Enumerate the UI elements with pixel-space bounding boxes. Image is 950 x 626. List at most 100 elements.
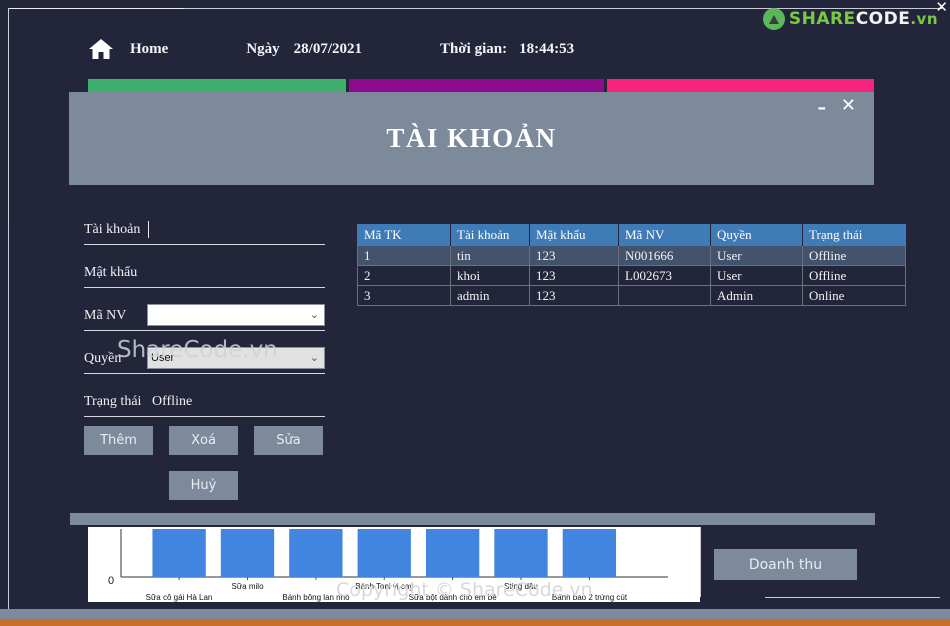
page-title: TÀI KHOẢN <box>386 123 557 153</box>
minimize-icon[interactable]: – <box>818 100 827 117</box>
table-cell <box>618 285 711 306</box>
role-value: User <box>151 352 175 364</box>
table-cell: 123 <box>529 265 619 286</box>
status-underline <box>84 416 325 417</box>
accent-bar-purple <box>349 79 604 93</box>
table-cell: tin <box>450 246 530 266</box>
table-cell: Offline <box>802 246 906 266</box>
frame-top-rule <box>9 8 184 9</box>
table-header-cell: Mã NV <box>618 224 711 246</box>
table-cell: N001666 <box>618 246 711 266</box>
role-underline <box>84 373 325 374</box>
footer-strip-orange <box>0 619 950 626</box>
revenue-button[interactable]: Doanh thu <box>714 549 857 580</box>
table-cell: 2 <box>357 265 451 286</box>
account-form: Tài khoản Mật khẩu Mã NV ⌄ Quyền User ⌄ … <box>84 220 325 435</box>
time-value: 18:44:53 <box>519 40 575 57</box>
field-row-password: Mật khẩu <box>84 263 325 288</box>
sharecode-logo-icon <box>762 8 785 30</box>
password-underline <box>84 287 325 288</box>
role-label: Quyền <box>84 351 122 366</box>
table-header-cell: Mật khẩu <box>529 224 619 246</box>
username-underline <box>84 244 325 245</box>
chart-bar <box>289 529 343 577</box>
chart-bar <box>562 529 617 577</box>
accounts-table[interactable]: Mã TK Tài khoản Mật khẩu Mã NV Quyền Trạng th… <box>357 224 906 306</box>
time-label: Thời gian: <box>440 40 508 57</box>
accent-bar-green <box>88 79 346 93</box>
table-cell: 123 <box>529 246 619 266</box>
chart-bar <box>220 529 275 577</box>
chart-category-label: Sữa cô gái Hà Lan <box>145 593 213 602</box>
table-cell: Online <box>802 285 906 306</box>
footer-strip-grey <box>0 609 950 619</box>
add-button[interactable]: Thêm <box>84 426 153 455</box>
logo-code-text: CODE <box>855 9 911 29</box>
date-value: 28/07/2021 <box>293 40 363 57</box>
revenue-underline <box>765 597 940 598</box>
table-header-cell: Trạng thái <box>802 224 906 246</box>
table-cell: L002673 <box>618 265 711 286</box>
text-cursor <box>148 221 149 238</box>
table-cell: 1 <box>357 246 451 266</box>
field-row-role: Quyền User ⌄ <box>84 347 325 374</box>
revenue-chart-panel: 0 Sữa cô gái Hà Lan Sữa milo Bánh bông lan… <box>88 527 700 602</box>
dialog-close-icon[interactable]: ✕ <box>841 97 856 115</box>
accent-bar-pink <box>607 79 874 93</box>
field-row-employee-code: Mã NV ⌄ <box>84 304 325 331</box>
field-row-status: Trạng thái Offline <box>84 392 325 417</box>
table-row[interactable]: 2 khoi 123 L002673 User Offline <box>357 265 906 286</box>
table-row[interactable]: 3 admin 123 Admin Online <box>357 285 906 306</box>
status-label: Trạng thái <box>84 394 142 409</box>
table-cell: khoi <box>450 265 530 286</box>
chart-bar <box>357 529 411 577</box>
table-cell: Offline <box>802 265 906 286</box>
home-label[interactable]: Home <box>130 41 168 58</box>
edit-button[interactable]: Sửa <box>254 426 323 455</box>
date-label: Ngày <box>246 40 280 57</box>
status-value: Offline <box>152 394 193 409</box>
home-icon[interactable] <box>88 38 114 60</box>
bottom-divider-bar <box>70 513 875 525</box>
table-header-cell: Mã TK <box>357 224 451 246</box>
action-button-row: Thêm Xoá Sửa <box>84 426 339 455</box>
table-cell: User <box>710 265 803 286</box>
table-header-row: Mã TK Tài khoản Mật khẩu Mã NV Quyền Trạng th… <box>357 224 906 246</box>
table-header-cell: Tài khoản <box>450 224 530 246</box>
table-cell: admin <box>450 285 530 306</box>
table-cell: User <box>710 246 803 266</box>
employee-code-select[interactable]: ⌄ <box>147 304 325 326</box>
password-label: Mật khẩu <box>84 265 138 280</box>
chart-bar <box>152 529 206 577</box>
y-axis-tick-0: 0 <box>108 575 115 587</box>
chart-panel-right-rule <box>700 527 701 597</box>
chevron-down-icon: ⌄ <box>309 351 319 364</box>
account-dialog-header: TÀI KHOẢN – ✕ <box>69 92 874 185</box>
username-label: Tài khoản <box>84 222 141 237</box>
frame-left-rule <box>8 8 9 223</box>
delete-button[interactable]: Xoá <box>169 426 238 455</box>
table-header-cell: Quyền <box>710 224 803 246</box>
table-cell: 3 <box>357 285 451 306</box>
employee-code-underline <box>84 330 325 331</box>
table-row[interactable]: 1 tin 123 N001666 User Offline <box>357 246 906 266</box>
sharecode-logo: SHARECODE.vn <box>762 4 938 34</box>
watermark-chart: Copyright © ShareCode.vn <box>336 579 593 601</box>
close-icon[interactable]: ✕ <box>935 0 948 15</box>
table-body: 1 tin 123 N001666 User Offline 2 khoi 123 L002673… <box>357 246 906 306</box>
chart-category-label: Sữa milo <box>231 582 264 591</box>
employee-code-label: Mã NV <box>84 308 127 323</box>
role-select[interactable]: User ⌄ <box>147 347 325 369</box>
field-row-username: Tài khoản <box>84 220 325 245</box>
logo-share-text: SHARE <box>788 9 856 29</box>
table-cell: 123 <box>529 285 619 306</box>
chart-bar <box>425 529 480 577</box>
cancel-button-row: Huỷ <box>169 471 238 500</box>
top-navigation-bar: Home Ngày 28/07/2021 Thời gian: 18:44:53 <box>88 38 574 60</box>
sharecode-logo-text: SHARECODE.vn <box>789 9 938 29</box>
table-cell: Admin <box>710 285 803 306</box>
logo-vn-text: .vn <box>910 10 938 28</box>
cancel-button[interactable]: Huỷ <box>169 471 238 500</box>
chevron-down-icon: ⌄ <box>309 308 319 321</box>
chart-bar <box>494 529 548 577</box>
